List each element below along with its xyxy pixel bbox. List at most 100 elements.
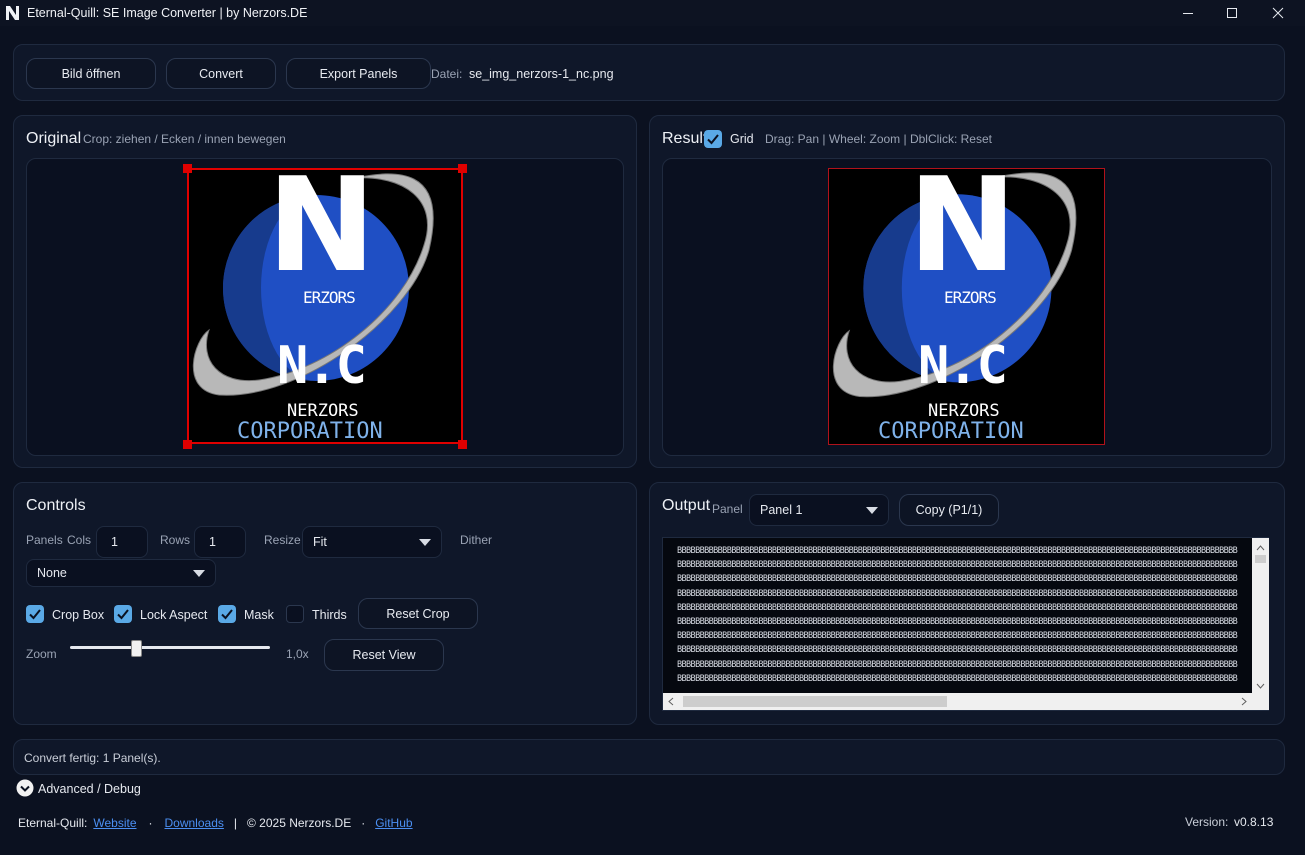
- mask-label: Mask: [244, 608, 274, 622]
- close-icon: [1272, 7, 1284, 19]
- output-horizontal-scrollbar[interactable]: [663, 693, 1252, 710]
- scroll-right-icon: [1241, 697, 1247, 706]
- github-link[interactable]: GitHub: [375, 816, 412, 830]
- output-vertical-scrollbar[interactable]: [1252, 538, 1269, 694]
- zoom-slider-thumb[interactable]: [131, 640, 142, 657]
- scroll-down-icon: [1256, 683, 1265, 689]
- footer-separator: ·: [148, 816, 153, 830]
- result-hint: Drag: Pan | Wheel: Zoom | DblClick: Rese…: [765, 132, 992, 146]
- output-line: BBBBBBBBBBBBBBBBBBBBBBBBBBBBBBBBBBBBBBBB…: [677, 560, 1238, 571]
- website-link[interactable]: Website: [93, 816, 136, 830]
- export-panels-button[interactable]: Export Panels: [286, 58, 431, 89]
- result-title: Result: [662, 130, 708, 147]
- reset-crop-button[interactable]: Reset Crop: [358, 598, 478, 629]
- chevron-down-icon: [193, 570, 205, 577]
- crop-hint: Crop: ziehen / Ecken / innen bewegen: [83, 132, 286, 146]
- logo-big-n: N: [267, 168, 376, 301]
- file-name: se_img_nerzors-1_nc.png: [469, 67, 614, 81]
- controls-panel: [13, 482, 637, 725]
- logo-corporation: CORPORATION: [237, 419, 383, 444]
- crop-handle-bottom-left[interactable]: [183, 440, 192, 449]
- horizontal-scroll-thumb[interactable]: [683, 696, 947, 707]
- status-bar: [13, 739, 1285, 775]
- output-line: BBBBBBBBBBBBBBBBBBBBBBBBBBBBBBBBBBBBBBBB…: [677, 631, 1238, 642]
- output-line: BBBBBBBBBBBBBBBBBBBBBBBBBBBBBBBBBBBBBBBB…: [677, 602, 1238, 613]
- output-title: Output: [662, 497, 711, 514]
- app-logo-icon: [6, 6, 19, 20]
- copy-button[interactable]: Copy (P1/1): [899, 494, 999, 526]
- result-logo-nc: N.C: [918, 336, 1008, 396]
- convert-button[interactable]: Convert: [166, 58, 276, 89]
- maximize-button[interactable]: [1209, 0, 1255, 26]
- chevron-down-icon: [419, 539, 431, 546]
- check-icon: [117, 609, 129, 620]
- logo-nerzors: NERZORS: [287, 401, 359, 421]
- minimize-button[interactable]: [1165, 0, 1211, 26]
- controls-title: Controls: [26, 497, 86, 514]
- dither-select[interactable]: None: [26, 559, 216, 587]
- panel-value: Panel 1: [760, 503, 803, 517]
- zoom-slider[interactable]: [70, 640, 270, 658]
- open-image-button[interactable]: Bild öffnen: [26, 58, 156, 89]
- result-logo-big-n: N: [908, 168, 1017, 301]
- panels-label: Panels: [26, 533, 63, 547]
- footer-separator: ·: [361, 816, 366, 830]
- output-line: BBBBBBBBBBBBBBBBBBBBBBBBBBBBBBBBBBBBBBBB…: [677, 588, 1238, 599]
- crop-box-label: Crop Box: [52, 608, 105, 622]
- resize-label: Resize: [264, 533, 301, 547]
- crop-handle-top-right[interactable]: [458, 164, 467, 173]
- close-button[interactable]: [1255, 0, 1301, 26]
- cols-label: Cols: [67, 533, 92, 547]
- output-line: BBBBBBBBBBBBBBBBBBBBBBBBBBBBBBBBBBBBBBBB…: [677, 617, 1238, 628]
- downloads-link[interactable]: Downloads: [165, 816, 224, 830]
- grid-label: Grid: [730, 132, 754, 146]
- dither-value: None: [37, 566, 67, 580]
- check-icon: [707, 134, 719, 145]
- minimize-icon: [1183, 13, 1193, 14]
- chevron-down-icon: [866, 507, 878, 514]
- thirds-checkbox[interactable]: [286, 605, 304, 623]
- result-logo-corporation: CORPORATION: [878, 419, 1024, 444]
- dither-label: Dither: [460, 533, 493, 547]
- vertical-scroll-thumb[interactable]: [1255, 555, 1266, 563]
- lock-aspect-checkbox[interactable]: [114, 605, 132, 623]
- title-bar: Eternal-Quill: SE Image Converter | by N…: [0, 0, 1305, 26]
- result-logo-erzors: ERZORS: [944, 288, 997, 307]
- scrollbar-corner: [1252, 693, 1269, 710]
- version-value: v0.8.13: [1234, 815, 1274, 829]
- panel-select[interactable]: Panel 1: [749, 494, 889, 526]
- crop-handle-bottom-right[interactable]: [458, 440, 467, 449]
- version-label: Version:: [1185, 815, 1229, 829]
- resize-select[interactable]: Fit: [302, 526, 442, 558]
- check-icon: [29, 609, 41, 620]
- crop-handle-top-left[interactable]: [183, 164, 192, 173]
- output-textarea[interactable]: BBBBBBBBBBBBBBBBBBBBBBBBBBBBBBBBBBBBBBBB…: [662, 537, 1269, 711]
- output-line: BBBBBBBBBBBBBBBBBBBBBBBBBBBBBBBBBBBBBBBB…: [677, 645, 1238, 656]
- status-message: Convert fertig: 1 Panel(s).: [24, 751, 161, 765]
- result-logo-nerzors: NERZORS: [928, 401, 1000, 421]
- footer-copyright: © 2025 Nerzors.DE: [247, 816, 352, 830]
- maximize-icon: [1227, 8, 1237, 18]
- check-icon: [221, 609, 233, 620]
- output-line: BBBBBBBBBBBBBBBBBBBBBBBBBBBBBBBBBBBBBBBB…: [677, 673, 1238, 684]
- logo-erzors: ERZORS: [303, 288, 356, 307]
- mask-checkbox[interactable]: [218, 605, 236, 623]
- advanced-toggle[interactable]: Advanced / Debug: [16, 779, 146, 799]
- file-label: Datei:: [431, 67, 463, 81]
- crop-box-checkbox[interactable]: [26, 605, 44, 623]
- zoom-value: 1,0x: [286, 647, 309, 661]
- rows-input[interactable]: 1: [194, 526, 246, 558]
- scroll-left-icon: [668, 697, 674, 706]
- zoom-label: Zoom: [26, 647, 57, 661]
- output-lines: BBBBBBBBBBBBBBBBBBBBBBBBBBBBBBBBBBBBBBBB…: [677, 544, 1243, 686]
- original-image: N ERZORS N.C NERZORS CORPORATION: [187, 168, 463, 444]
- cols-input[interactable]: 1: [96, 526, 148, 558]
- rows-label: Rows: [160, 533, 191, 547]
- output-line: BBBBBBBBBBBBBBBBBBBBBBBBBBBBBBBBBBBBBBBB…: [677, 659, 1238, 670]
- logo-nc: N.C: [277, 336, 367, 396]
- advanced-label: Advanced / Debug: [38, 782, 141, 796]
- chevron-down-circle-icon: [16, 779, 34, 797]
- grid-checkbox[interactable]: [704, 130, 722, 148]
- lock-aspect-label: Lock Aspect: [140, 608, 208, 622]
- reset-view-button[interactable]: Reset View: [324, 639, 444, 671]
